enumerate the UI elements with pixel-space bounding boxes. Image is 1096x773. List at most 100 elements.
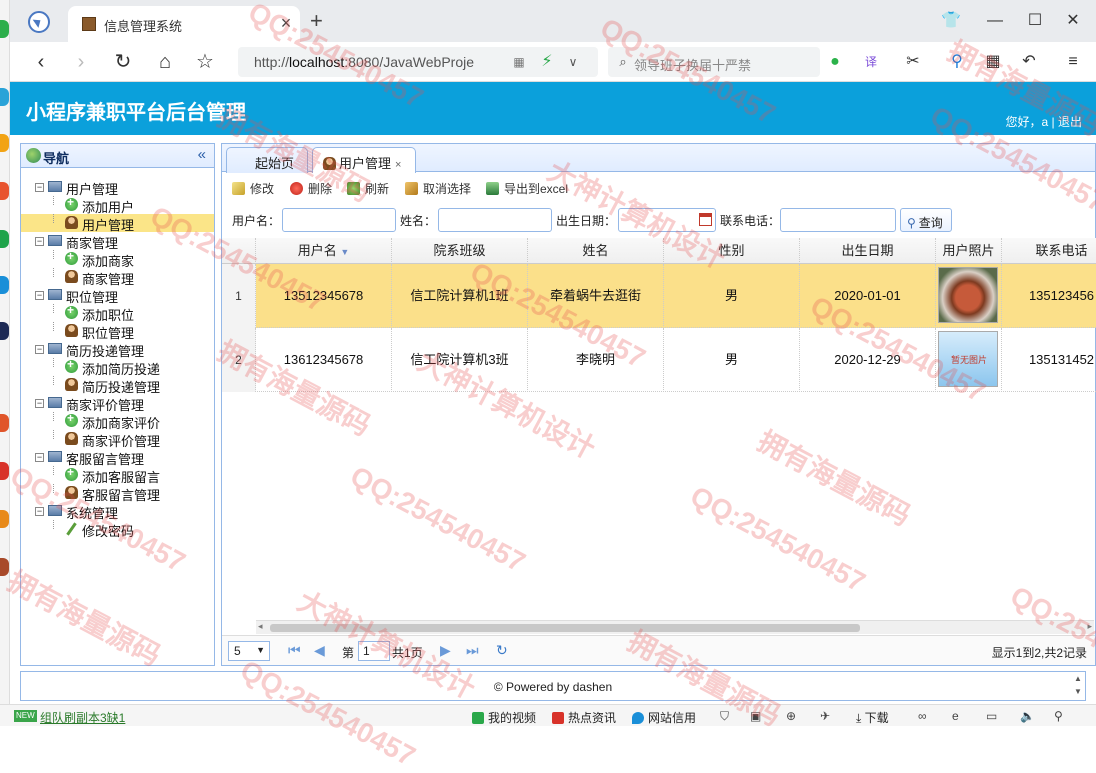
column-header-name[interactable]: 姓名 [528,238,664,264]
nav-group[interactable]: − 职位管理 [21,286,214,305]
cancel-select-button[interactable]: 取消选择 [405,180,471,197]
nav-item[interactable]: 添加用户 [21,195,214,215]
nav-item[interactable]: 简历投递管理 [21,376,214,395]
rocket-icon[interactable]: ✈ [820,709,830,723]
undo-icon[interactable]: ↶ [1020,53,1038,71]
column-header-birth[interactable]: 出生日期 [800,238,936,264]
apps-grid-icon[interactable]: ▦ [984,53,1002,71]
dock-app-icon[interactable] [0,510,9,528]
nav-group[interactable]: − 商家管理 [21,232,214,251]
page-size-select[interactable]: 5 ▼ [228,641,270,661]
nav-item[interactable]: 添加商家评价 [21,411,214,431]
forward-icon[interactable]: › [68,50,94,74]
horizontal-scrollbar[interactable]: ◂ ▸ [256,620,1094,634]
browser-tab[interactable]: 信息管理系统 × [68,6,300,42]
scroll-left-icon[interactable]: ◂ [258,621,263,632]
column-header-username[interactable]: 用户名 ▼ [256,238,392,264]
scroll-right-icon[interactable]: ▸ [1087,621,1092,632]
skin-icon[interactable]: 👕 [936,8,966,34]
wechat-icon[interactable]: ● [826,53,844,71]
nav-item[interactable]: 添加客服留言 [21,465,214,485]
dock-app-icon[interactable] [0,558,9,576]
no-photo-placeholder[interactable]: 暂无图片 [938,331,998,387]
site-credit-button[interactable]: 网站信用 [632,709,696,726]
dock-app-icon[interactable] [0,88,9,106]
translate-icon[interactable]: 译 [862,53,880,71]
close-tab-button[interactable]: × [276,13,296,33]
search-placeholder[interactable]: 领导班子换届十严禁 [634,55,751,74]
edit-button[interactable]: 修改 [232,180,274,197]
collapse-toggle-icon[interactable]: − [35,291,44,300]
query-button[interactable]: ⚲ 查询 [900,208,952,232]
collapse-toggle-icon[interactable]: − [35,507,44,516]
game-promo-link[interactable]: 组队刷副本3缺1 [40,709,125,726]
shield-icon[interactable]: ⛉ [720,709,729,724]
chevron-down-icon[interactable]: ∨ [564,53,582,71]
prev-page-icon[interactable]: ◀ [314,642,325,659]
minimize-button[interactable]: — [980,8,1010,34]
nav-item[interactable]: 商家管理 [21,268,214,287]
collapse-toggle-icon[interactable]: − [35,399,44,408]
zoom-icon[interactable]: ⚲ [948,53,966,71]
nav-item[interactable]: 职位管理 [21,322,214,341]
nav-group[interactable]: − 商家评价管理 [21,394,214,413]
volume-icon[interactable]: 🔈 [1020,709,1035,723]
delete-button[interactable]: 删除 [290,180,332,197]
column-header-gender[interactable]: 性别 [664,238,800,264]
export-excel-button[interactable]: 导出到excel [486,180,568,197]
refresh-button[interactable]: 刷新 [347,180,389,197]
zoom-out-icon[interactable]: ⚲ [1054,709,1063,723]
nav-item[interactable]: 修改密码 [21,520,214,539]
nav-item[interactable]: 商家评价管理 [21,430,214,449]
logout-link[interactable]: 退出 [1058,115,1082,129]
close-window-button[interactable]: ✕ [1058,8,1088,34]
browser-logo-icon[interactable] [28,11,50,33]
tab-user-management[interactable]: 用户管理 × [312,147,416,173]
collapse-icon[interactable]: « [198,146,206,163]
translate-status-icon[interactable]: ⊕ [786,709,796,723]
dock-app-icon[interactable] [0,414,9,432]
nav-item[interactable]: 添加简历投递 [21,357,214,377]
table-row[interactable]: 2 13612345678 信工院计算机3班 李晓明 男 2020-12-29 … [222,328,1096,392]
download-button[interactable]: ⤓ 下载 [856,709,889,726]
collapse-toggle-icon[interactable]: − [35,345,44,354]
dock-app-icon[interactable] [0,462,9,480]
tab-home[interactable]: 起始页 [226,147,308,173]
column-header-class[interactable]: 院系班级 [392,238,528,264]
window-icon[interactable]: ▭ [986,709,997,723]
first-page-icon[interactable]: ⏮ [288,642,301,659]
phone-input[interactable] [780,208,896,232]
address-url[interactable]: http://localhost:8080/JavaWebProje [254,54,494,70]
name-input[interactable] [438,208,552,232]
back-icon[interactable]: ‹ [28,50,54,74]
glasses-icon[interactable]: ∞ [918,709,927,723]
column-header-phone[interactable]: 联系电话 [1002,238,1096,264]
dock-app-icon[interactable] [0,230,9,248]
nav-item[interactable]: 添加商家 [21,249,214,269]
calendar-icon[interactable] [699,213,712,226]
nav-group[interactable]: − 系统管理 [21,502,214,521]
nav-group[interactable]: − 用户管理 [21,178,214,197]
ie-icon[interactable]: e [952,709,959,723]
dock-app-icon[interactable] [0,322,9,340]
hot-news-button[interactable]: 热点资讯 [552,709,616,726]
nav-group[interactable]: − 客服留言管理 [21,448,214,467]
footer-scrollbar[interactable]: ▲ ▼ [1071,672,1085,700]
close-tab-icon[interactable]: × [395,159,401,171]
nav-item[interactable]: 客服留言管理 [21,484,214,503]
scroll-down-icon[interactable]: ▼ [1071,685,1085,698]
nav-item[interactable]: 添加职位 [21,303,214,323]
dock-app-icon[interactable] [0,182,9,200]
search-box[interactable]: ⌕ 领导班子换届十严禁 [608,47,820,77]
nav-item[interactable]: 用户管理 [21,214,214,233]
dock-app-icon[interactable] [0,20,9,38]
username-input[interactable] [282,208,396,232]
bookmark-star-icon[interactable]: ☆ [192,50,218,74]
last-page-icon[interactable]: ⏭ [466,642,479,659]
nav-group[interactable]: − 简历投递管理 [21,340,214,359]
qr-code-icon[interactable]: ▦ [510,53,528,71]
collapse-toggle-icon[interactable]: − [35,237,44,246]
next-page-icon[interactable]: ▶ [440,642,451,659]
scrollbar-thumb[interactable] [270,624,860,632]
birth-date-input[interactable] [618,208,716,232]
